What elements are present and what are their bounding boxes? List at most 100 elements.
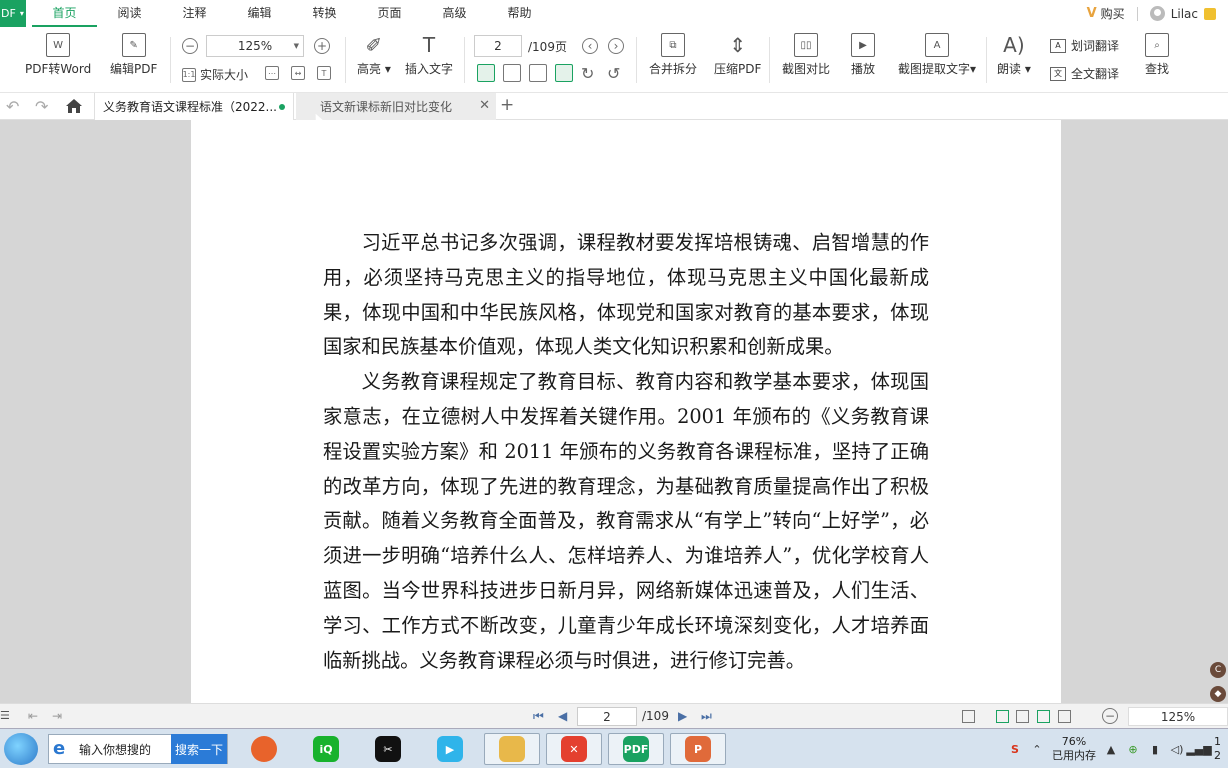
status-zoom[interactable]: 125% bbox=[1128, 707, 1228, 726]
presentation-app[interactable]: P bbox=[670, 733, 726, 765]
menu-convert[interactable]: 转换 bbox=[292, 0, 357, 27]
back-icon[interactable]: ⇤ bbox=[28, 709, 38, 723]
zoom-out-icon[interactable]: − bbox=[1102, 708, 1118, 724]
add-tab-icon[interactable]: + bbox=[500, 95, 514, 115]
pdf-to-word-button[interactable]: W PDF转Word bbox=[25, 33, 91, 77]
full-translate-button[interactable]: 文 全文翻译 bbox=[1050, 65, 1119, 82]
redo-icon[interactable]: ↷ bbox=[35, 97, 48, 116]
network-icon[interactable]: ▂▄▆ bbox=[1186, 742, 1211, 756]
single-page-icon[interactable] bbox=[996, 710, 1009, 723]
sidebar-toggle-icon[interactable]: ☰ bbox=[0, 709, 10, 722]
menu-edit[interactable]: 编辑 bbox=[227, 0, 292, 27]
zoom-value: 125% bbox=[237, 39, 273, 53]
taskbar: e 输入你想搜的 搜索一下 iQ ✂ ▶ ✕ PDF P S ⌃ 76% 已用内… bbox=[0, 728, 1228, 768]
edit-pdf-button[interactable]: ✎ 编辑PDF bbox=[110, 33, 157, 77]
zoom-select[interactable]: 125% ▼ bbox=[206, 35, 304, 57]
folder-icon bbox=[499, 736, 525, 762]
video-player-app[interactable]: ▶ bbox=[422, 733, 478, 765]
show-hidden-icon[interactable]: ▲ bbox=[1104, 742, 1118, 756]
assistant-icon[interactable]: C bbox=[1210, 662, 1226, 678]
rotate-left-icon[interactable]: ↺ bbox=[607, 64, 620, 83]
tab-document-active[interactable]: 义务教育语文课程标准（2022... bbox=[94, 93, 294, 120]
app-menu-button[interactable]: DF ▾ bbox=[0, 0, 26, 27]
start-button[interactable] bbox=[4, 733, 38, 765]
ocr-button[interactable]: A 截图提取文字▾ bbox=[898, 33, 976, 77]
file-explorer-app[interactable] bbox=[484, 733, 540, 765]
continuous-icon[interactable] bbox=[1037, 710, 1050, 723]
menu-advanced[interactable]: 高级 bbox=[422, 0, 487, 27]
compare-icon: ▯▯ bbox=[794, 33, 818, 57]
translate-icon: A bbox=[1050, 38, 1066, 53]
pdf-icon: PDF bbox=[623, 736, 649, 762]
next-page-icon[interactable]: ▶ bbox=[678, 709, 687, 723]
next-page-button[interactable]: › bbox=[608, 38, 624, 54]
menu-annotate[interactable]: 注释 bbox=[162, 0, 227, 27]
document-viewport[interactable]: 习近平总书记多次强调，课程教材要发挥培根铸魂、启智增慧的作用，必须坚持马克思主义… bbox=[0, 120, 1228, 703]
wps-app[interactable]: ✕ bbox=[546, 733, 602, 765]
word-translate-button[interactable]: A 划词翻译 bbox=[1050, 37, 1119, 54]
memory-monitor[interactable]: 76% 已用内存 bbox=[1052, 735, 1096, 763]
chevron-right-icon: › bbox=[608, 38, 624, 54]
prev-page-button[interactable]: ‹ bbox=[582, 38, 598, 54]
grid-view-icon[interactable] bbox=[529, 64, 547, 82]
fit-width-button[interactable]: ↔ bbox=[291, 66, 305, 80]
menu-home[interactable]: 首页 bbox=[32, 0, 97, 27]
compress-pdf-button[interactable]: ⇕ 压缩PDF bbox=[714, 33, 761, 77]
forward-icon[interactable]: ⇥ bbox=[52, 709, 62, 723]
continuous-view-icon[interactable] bbox=[555, 64, 573, 82]
rotate-right-icon[interactable]: ↻ bbox=[581, 64, 594, 83]
find-button[interactable]: ⌕ 查找 bbox=[1145, 33, 1169, 77]
home-icon[interactable] bbox=[65, 97, 83, 115]
search-button[interactable]: 搜索一下 bbox=[171, 734, 227, 764]
highlighter-icon: ✐ bbox=[365, 33, 383, 57]
page-number-input[interactable]: 2 bbox=[474, 35, 522, 57]
tab-document[interactable]: 语文新课标新旧对比变化 ✕ bbox=[296, 93, 496, 120]
actual-size-label: 实际大小 bbox=[200, 68, 249, 82]
insert-text-button[interactable]: T 插入文字 bbox=[405, 33, 453, 77]
clock[interactable]: 1 2 bbox=[1214, 735, 1224, 763]
speaker-icon: A) bbox=[1003, 33, 1025, 57]
close-icon[interactable]: ✕ bbox=[479, 98, 490, 113]
play-button[interactable]: ▶ 播放 bbox=[851, 33, 875, 77]
first-page-icon[interactable]: ⏮ bbox=[533, 709, 544, 724]
zoom-in-button[interactable]: + bbox=[314, 38, 330, 54]
iqiyi-app[interactable]: iQ bbox=[298, 733, 354, 765]
annotation-icon[interactable] bbox=[962, 710, 975, 723]
text-select-button[interactable]: T bbox=[317, 66, 331, 80]
user-account[interactable]: Lilac bbox=[1149, 6, 1216, 21]
capcut-app[interactable]: ✂ bbox=[360, 733, 416, 765]
wps-icon: ✕ bbox=[561, 736, 587, 762]
sogou-icon[interactable]: S bbox=[1008, 742, 1022, 756]
highlight-button[interactable]: ✐ 高亮 ▾ bbox=[357, 33, 391, 77]
read-aloud-button[interactable]: A) 朗读 ▾ bbox=[997, 33, 1031, 77]
double-page-icon[interactable] bbox=[1016, 710, 1029, 723]
compress-label: 压缩PDF bbox=[714, 62, 762, 76]
double-page-view-icon[interactable] bbox=[503, 64, 521, 82]
merge-split-button[interactable]: ⧉ 合并拆分 bbox=[649, 33, 697, 77]
single-page-view-icon[interactable] bbox=[477, 64, 495, 82]
zoom-out-button[interactable]: − bbox=[182, 38, 198, 54]
memory-label: 已用内存 bbox=[1052, 749, 1096, 762]
fit-page-button[interactable]: ⋯ bbox=[265, 66, 279, 80]
last-page-icon[interactable]: ⏭ bbox=[701, 709, 712, 724]
status-page-input[interactable]: 2 bbox=[577, 707, 637, 726]
buy-button[interactable]: V 购买 bbox=[1087, 5, 1125, 22]
status-page-value: 2 bbox=[603, 709, 611, 724]
menu-page[interactable]: 页面 bbox=[357, 0, 422, 27]
usb-icon[interactable]: ▮ bbox=[1148, 742, 1162, 756]
firefox-app[interactable] bbox=[236, 733, 292, 765]
plus-icon[interactable]: ⊕ bbox=[1126, 742, 1140, 756]
menu-help[interactable]: 帮助 bbox=[487, 0, 552, 27]
book-icon[interactable] bbox=[1058, 710, 1071, 723]
undo-icon[interactable]: ↶ bbox=[6, 97, 19, 116]
menu-read[interactable]: 阅读 bbox=[97, 0, 162, 27]
toolbox-icon[interactable]: ◆ bbox=[1210, 686, 1226, 702]
prev-page-icon[interactable]: ◀ bbox=[558, 709, 567, 723]
taskbar-search[interactable]: e 输入你想搜的 搜索一下 bbox=[48, 734, 228, 764]
tray-expand-icon[interactable]: ⌃ bbox=[1030, 742, 1044, 756]
actual-size-button[interactable]: 1:1 实际大小 bbox=[182, 66, 248, 83]
merge-split-label: 合并拆分 bbox=[649, 62, 698, 76]
pdf-app[interactable]: PDF bbox=[608, 733, 664, 765]
volume-icon[interactable]: ◁) bbox=[1170, 742, 1184, 756]
screenshot-compare-button[interactable]: ▯▯ 截图对比 bbox=[782, 33, 830, 77]
